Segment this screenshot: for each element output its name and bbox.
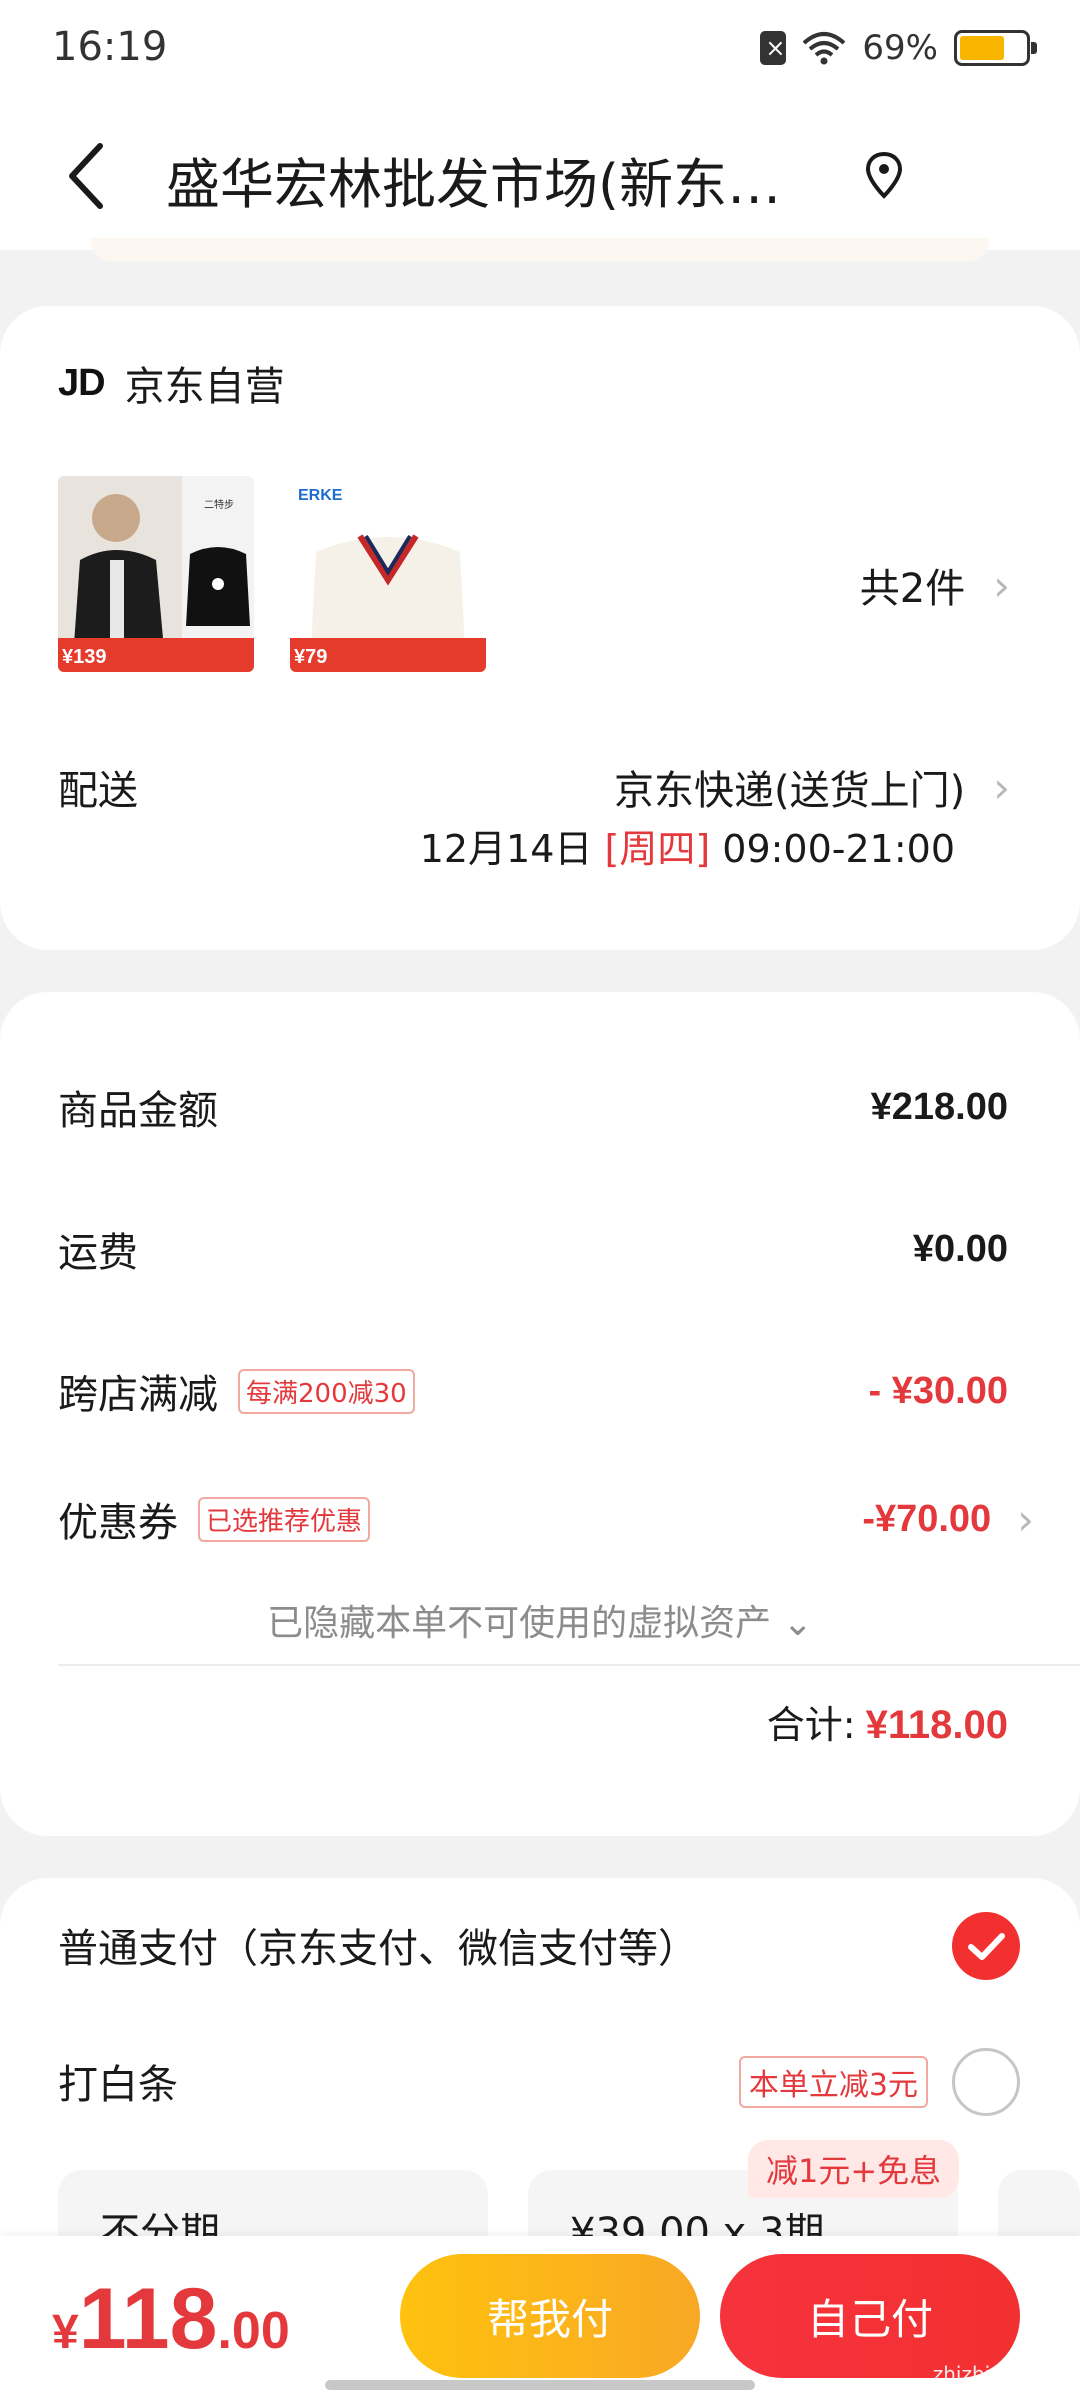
jd-logo: JD [58, 361, 106, 404]
coupon-row[interactable]: 优惠券 已选推荐优惠 -¥70.00 › [58, 1490, 1034, 1548]
hidden-assets-text: 已隐藏本单不可使用的虚拟资产 [267, 1603, 772, 1644]
shipping-label: 配送 [58, 768, 138, 814]
store-header: JD 京东自营 [58, 354, 285, 412]
home-indicator[interactable] [325, 2380, 755, 2390]
chevron-right-icon: › [993, 560, 1010, 610]
final-price-decimal: .00 [217, 2302, 290, 2360]
total-row: 合计: ¥118.00 [767, 1694, 1008, 1749]
freight-label: 运费 [58, 1230, 138, 1276]
baitiao-radio[interactable] [952, 2048, 1020, 2116]
checkmark-icon [968, 1933, 1005, 1960]
coupon-tag: 已选推荐优惠 [198, 1496, 371, 1542]
svg-text:ERKE: ERKE [298, 487, 343, 504]
navigation-bar: 盛华宏林批发市场(新东… [0, 100, 1080, 262]
final-price-integer: 118 [78, 2271, 218, 2367]
delivery-weekday: [周四] [604, 827, 711, 871]
coupon-label: 优惠券 [58, 1500, 178, 1546]
battery-icon [954, 30, 1037, 66]
crossstore-tag: 每满200减30 [238, 1368, 415, 1414]
final-price: ¥ 118 .00 [52, 2270, 290, 2369]
baitiao-promo-tag: 本单立减3元 [738, 2056, 928, 2108]
total-label: 合计: [766, 1703, 856, 1747]
battery-percent: 69% [862, 28, 938, 68]
address-card-edge [90, 238, 990, 262]
shipping-method-row[interactable]: 京东快递(送货上门) › [614, 758, 1010, 816]
chevron-down-icon: ⌄ [782, 1603, 813, 1644]
items-count: 共2件 [859, 566, 966, 612]
product-thumbnail-sweater[interactable]: ERKE ¥79 [290, 476, 486, 672]
price-banner: ¥79 [290, 638, 486, 672]
location-pin-icon[interactable] [864, 150, 904, 200]
product-thumbnail-jacket[interactable]: 二特步 ¥139 [58, 476, 254, 672]
divider [58, 1664, 1080, 1666]
sim-off-icon [760, 31, 787, 65]
goods-amount-value: ¥218.00 [870, 1085, 1008, 1128]
chevron-right-icon: › [993, 762, 1010, 812]
delivery-window: 09:00-21:00 [722, 827, 955, 871]
crossstore-label: 跨店满减 [58, 1372, 218, 1418]
store-card: JD 京东自营 二特步 ¥139 ERKE ¥79 共2件 › 配送 京东快递(… [0, 306, 1080, 950]
installment-badge: 减1元+免息 [748, 2140, 960, 2198]
coupon-value: -¥70.00 [862, 1497, 992, 1540]
delivery-date: 12月14日 [419, 827, 593, 871]
price-banner: ¥139 [58, 638, 254, 672]
baitiao-label[interactable]: 打白条 [58, 2052, 178, 2110]
goods-amount-label: 商品金额 [58, 1088, 218, 1134]
svg-text:二特步: 二特步 [204, 499, 234, 511]
store-name: 京东自营 [124, 364, 285, 410]
thumb-price: ¥79 [294, 646, 328, 668]
address-title[interactable]: 盛华宏林批发市场(新东… [166, 140, 846, 219]
freight-value: ¥0.00 [912, 1227, 1008, 1270]
status-bar: 16:19 69% [0, 0, 1080, 100]
bottom-action-bar: ¥ 118 .00 帮我付 自己付 zhizhizhi.com [0, 2236, 1080, 2400]
status-time: 16:19 [52, 24, 168, 70]
thumb-price: ¥139 [62, 646, 107, 668]
hidden-assets-toggle[interactable]: 已隐藏本单不可使用的虚拟资产 ⌄ [0, 1594, 1080, 1646]
pay-myself-button[interactable]: 自己付 [720, 2254, 1020, 2378]
freight-row: 运费 ¥0.00 [58, 1220, 1008, 1278]
back-arrow-icon[interactable] [60, 138, 116, 214]
delivery-time[interactable]: 12月14日 [周四] 09:00-21:00 [420, 818, 955, 873]
price-summary-card: 商品金额 ¥218.00 运费 ¥0.00 跨店满减 每满200减30 - ¥3… [0, 992, 1080, 1836]
crossstore-discount-row: 跨店满减 每满200减30 - ¥30.00 [58, 1362, 1008, 1420]
wifi-icon [803, 32, 846, 65]
currency-symbol: ¥ [52, 2306, 79, 2359]
battery-level [960, 36, 1005, 60]
items-count-row[interactable]: 共2件 › [860, 556, 1010, 614]
status-icons: 69% [760, 28, 1037, 68]
crossstore-value: - ¥30.00 [868, 1369, 1008, 1412]
normal-payment-radio[interactable] [952, 1912, 1020, 1980]
total-value: ¥118.00 [865, 1703, 1008, 1747]
watermark: zhizhizhi.com [932, 2362, 1068, 2386]
chevron-right-icon: › [1017, 1494, 1034, 1544]
normal-payment-label[interactable]: 普通支付（京东支付、微信支付等） [58, 1916, 698, 1974]
help-me-pay-button[interactable]: 帮我付 [400, 2254, 700, 2378]
shipping-method: 京东快递(送货上门) [613, 768, 966, 814]
goods-amount-row: 商品金额 ¥218.00 [58, 1078, 1008, 1136]
